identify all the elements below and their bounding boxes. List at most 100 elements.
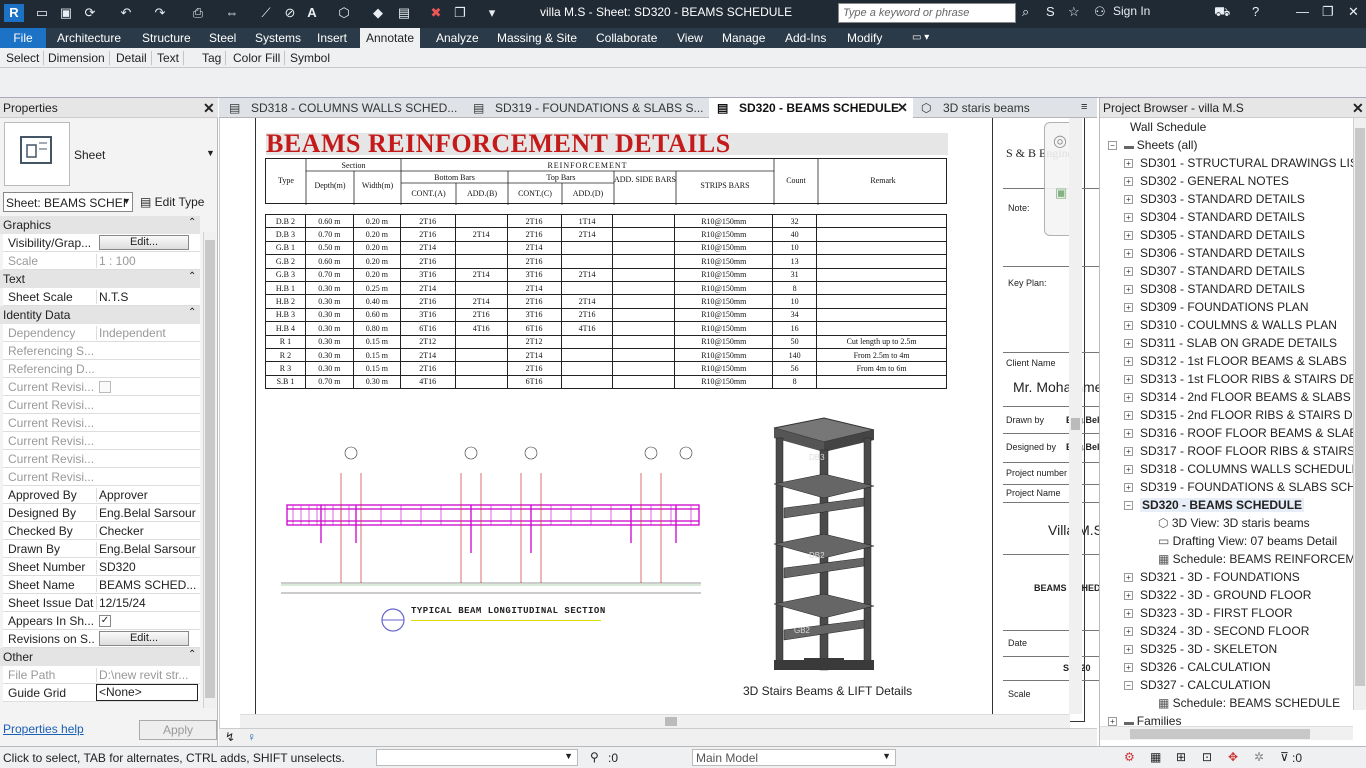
edit-button[interactable]: Edit...	[99, 631, 189, 646]
property-row[interactable]: Sheet Number SD320	[3, 558, 200, 576]
background-process-icon[interactable]: ✲	[1254, 750, 1264, 764]
selector-chevron-icon[interactable]: ▼	[122, 196, 131, 206]
properties-help-link[interactable]: Properties help	[3, 722, 84, 736]
browser-item[interactable]: + SD326 - CALCULATION	[1124, 658, 1270, 676]
sign-in-link[interactable]: Sign In	[1113, 4, 1150, 18]
property-row[interactable]: Guide Grid <None>	[3, 684, 200, 702]
property-value[interactable]: Eng.Belal Sarsour	[96, 506, 198, 520]
section-text[interactable]: Text	[0, 270, 200, 288]
panel-detail[interactable]: Detail	[112, 51, 152, 65]
browser-item[interactable]: + SD319 - FOUNDATIONS & SLABS SCHE	[1124, 478, 1353, 496]
section-other[interactable]: Other	[0, 648, 200, 666]
tab-modify[interactable]: Modify	[841, 28, 888, 48]
browser-item[interactable]: + SD301 - STRUCTURAL DRAWINGS LIST	[1124, 154, 1353, 172]
property-row[interactable]: Sheet Scale N.T.S	[3, 288, 200, 306]
redo-icon[interactable]: ↷	[150, 4, 170, 22]
property-row[interactable]: Current Revisi...	[3, 468, 200, 486]
tab-analyze[interactable]: Analyze	[430, 28, 485, 48]
tab-view[interactable]: View	[671, 28, 709, 48]
property-row[interactable]: Revisions on S... Edit...	[3, 630, 200, 648]
browser-item[interactable]: − SD320 - BEAMS SCHEDULE	[1124, 496, 1305, 514]
type-dropdown-icon[interactable]: ▼	[206, 148, 215, 158]
tab-file[interactable]: File	[0, 28, 46, 48]
property-row[interactable]: Sheet Name BEAMS SCHED...	[3, 576, 200, 594]
property-row[interactable]: Drawn By Eng.Belal Sarsour	[3, 540, 200, 558]
browser-item[interactable]: + SD323 - 3D - FIRST FLOOR	[1124, 604, 1292, 622]
property-value[interactable]: Eng.Belal Sarsour	[96, 542, 198, 556]
apply-button[interactable]: Apply	[139, 720, 217, 740]
expand-icon[interactable]: +	[1108, 717, 1117, 727]
property-row[interactable]: Current Revisi...	[3, 432, 200, 450]
browser-item[interactable]: + SD314 - 2nd FLOOR BEAMS & SLABS	[1124, 388, 1351, 406]
browser-item[interactable]: + SD325 - 3D - SKELETON	[1124, 640, 1277, 658]
dropdown-icon[interactable]: ▾	[482, 4, 502, 22]
expand-icon[interactable]: +	[1124, 339, 1133, 349]
property-row[interactable]: Appears In Sh... ✓	[3, 612, 200, 630]
property-value[interactable]: N.T.S	[96, 290, 198, 304]
expand-icon[interactable]: +	[1124, 303, 1133, 313]
browser-hscrollbar[interactable]	[1100, 726, 1353, 740]
design-option-selector[interactable]: Main Model ▼	[692, 749, 896, 766]
link-select-icon[interactable]: ⚙	[1124, 750, 1135, 764]
drag-select-icon[interactable]: ✥	[1228, 750, 1238, 764]
browser-item[interactable]: − SD327 - CALCULATION	[1124, 676, 1270, 694]
expand-icon[interactable]: +	[1124, 195, 1133, 205]
expand-icon[interactable]: +	[1124, 609, 1133, 619]
expand-icon[interactable]: +	[1124, 447, 1133, 457]
restore-icon[interactable]: ❐	[1322, 4, 1334, 20]
tag-icon[interactable]: ⊘	[280, 4, 300, 22]
edit-button[interactable]: Edit...	[99, 235, 189, 250]
drawing-canvas[interactable]: BEAMS REINFORCEMENT DETAILS Type Section…	[219, 118, 1119, 728]
tab-insert[interactable]: Insert	[311, 28, 353, 48]
subscription-icon[interactable]: S	[1046, 4, 1055, 19]
expand-icon[interactable]: +	[1124, 429, 1133, 439]
expand-icon[interactable]: +	[1124, 663, 1133, 673]
expand-icon[interactable]: +	[1124, 573, 1133, 583]
expand-icon[interactable]: +	[1124, 267, 1133, 277]
pin-icon[interactable]: ♀	[247, 730, 256, 744]
expand-icon[interactable]: +	[1124, 375, 1133, 385]
view-tab-3d-stairs[interactable]: ⬡ 3D staris beams	[913, 98, 1063, 118]
help-icon[interactable]: ?	[1252, 4, 1259, 19]
properties-scrollbar[interactable]	[203, 232, 216, 708]
user-icon[interactable]: ⚇	[1094, 4, 1106, 20]
browser-item[interactable]: + SD311 - SLAB ON GRADE DETAILS	[1124, 334, 1337, 352]
expand-icon[interactable]: +	[1124, 231, 1133, 241]
browser-item[interactable]: + SD322 - 3D - GROUND FLOOR	[1124, 586, 1311, 604]
instance-selector[interactable]: Sheet: BEAMS SCHEI	[3, 192, 133, 212]
property-row[interactable]: Referencing D...	[3, 360, 200, 378]
property-row[interactable]: Checked By Checker	[3, 522, 200, 540]
expand-icon[interactable]: +	[1124, 645, 1133, 655]
edit-type-button[interactable]: ▤ Edit Type	[140, 192, 216, 212]
browser-item[interactable]: + SD318 - COLUMNS WALLS SCHEDULE	[1124, 460, 1353, 478]
filter-icon[interactable]: ⊽	[1280, 750, 1289, 764]
property-row[interactable]: Current Revisi...	[3, 378, 200, 396]
browser-item[interactable]: ▦ Schedule: BEAMS REINFORCEM	[1144, 550, 1353, 568]
tab-structure[interactable]: Structure	[136, 28, 197, 48]
open-icon[interactable]: ▭	[32, 4, 52, 22]
browser-item[interactable]: + SD313 - 1st FLOOR RIBS & STAIRS DET	[1124, 370, 1353, 388]
property-value[interactable]: 12/15/24	[96, 596, 198, 610]
panel-symbol[interactable]: Symbol	[286, 51, 334, 65]
section-graphics[interactable]: Graphics	[0, 216, 200, 234]
browser-item[interactable]: + SD306 - STANDARD DETAILS	[1124, 244, 1305, 262]
editable-only-icon[interactable]: ⚲	[590, 750, 599, 764]
expand-icon[interactable]: +	[1124, 591, 1133, 601]
panel-dimension[interactable]: Dimension	[44, 51, 110, 65]
canvas-vscrollbar[interactable]	[1069, 118, 1082, 714]
browser-item[interactable]: + SD304 - STANDARD DETAILS	[1124, 208, 1305, 226]
property-value[interactable]: Independent	[96, 326, 198, 340]
collapse-icon[interactable]: ⌃	[188, 217, 196, 228]
browser-item[interactable]: + SD302 - GENERAL NOTES	[1124, 172, 1289, 190]
property-row[interactable]: Designed By Eng.Belal Sarsour	[3, 504, 200, 522]
tab-manage[interactable]: Manage	[716, 28, 771, 48]
tab-add-ins[interactable]: Add-Ins	[779, 28, 832, 48]
text-icon[interactable]: A	[302, 4, 322, 22]
view-tab-sd319[interactable]: ▤ SD319 - FOUNDATIONS & SLABS S...	[465, 98, 709, 118]
appears-checkbox[interactable]: ✓	[99, 615, 111, 627]
property-row[interactable]: Referencing S...	[3, 342, 200, 360]
browser-item[interactable]: + SD321 - 3D - FOUNDATIONS	[1124, 568, 1300, 586]
collapse-icon[interactable]: ⌃	[188, 271, 196, 282]
browser-item[interactable]: + SD303 - STANDARD DETAILS	[1124, 190, 1305, 208]
link-icon[interactable]: ↯	[225, 730, 235, 744]
